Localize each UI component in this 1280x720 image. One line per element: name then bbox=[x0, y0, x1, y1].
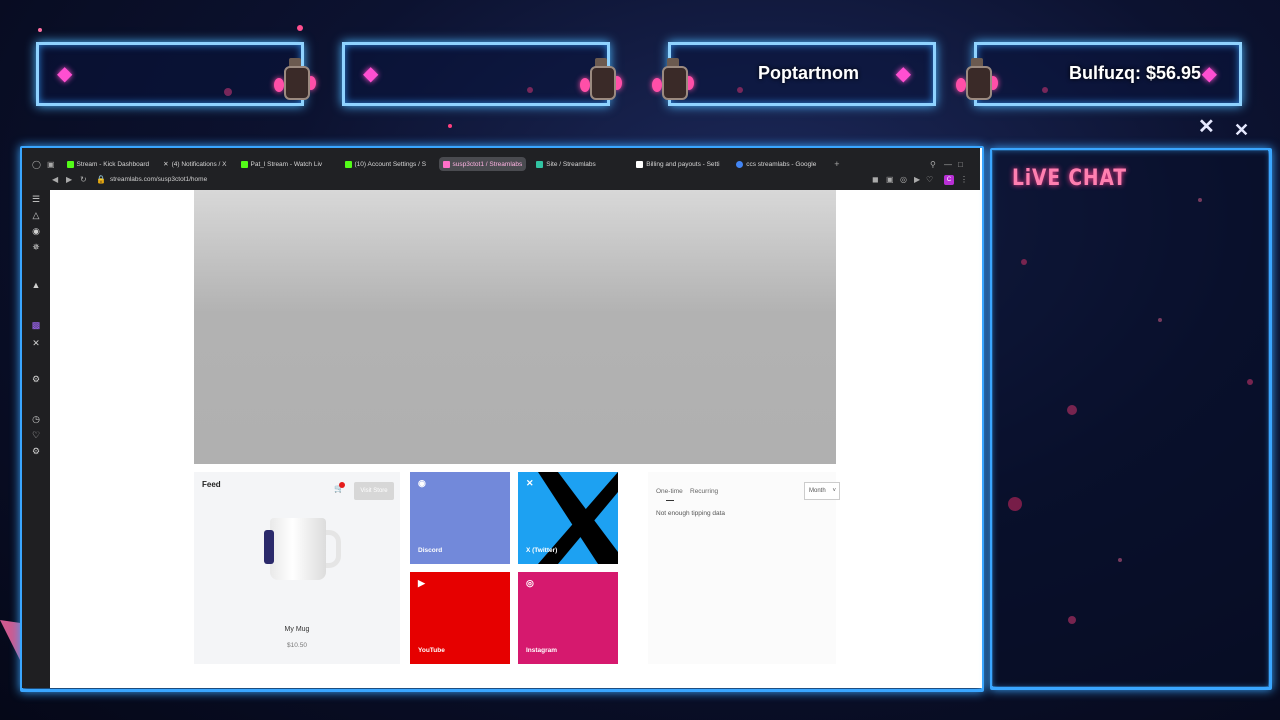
page-content: Feed 🛒 Visit Store My Mug $10.50 ◉ Disco… bbox=[50, 190, 980, 688]
url-field[interactable]: streamlabs.com/susp3ctot1/home bbox=[110, 176, 207, 183]
browser-window: ◯ ▣ Stream - Kick Dashboard ✕ (4) Notific… bbox=[22, 148, 982, 688]
gem-icon: ◆ bbox=[57, 63, 73, 85]
tab-account-settings[interactable]: (10) Account Settings / S bbox=[341, 157, 433, 171]
tab-kick-dashboard[interactable]: Stream - Kick Dashboard bbox=[63, 157, 154, 171]
play-icon[interactable]: ▶ bbox=[914, 175, 920, 184]
tab-billing[interactable]: Billing and payouts - Setti bbox=[632, 157, 726, 171]
tab-x-notifications[interactable]: ✕ (4) Notifications / X bbox=[159, 157, 230, 171]
chat-panel: LiVE CHAT bbox=[992, 150, 1268, 686]
potion-icon bbox=[956, 56, 998, 102]
product-price: $10.50 bbox=[287, 642, 307, 649]
streamlabs-icon bbox=[442, 160, 450, 168]
tab-site-streamlabs[interactable]: Site / Streamlabs bbox=[532, 157, 626, 171]
feed-title: Feed bbox=[202, 480, 221, 489]
browser-sidebar: ☰ △ ◉ ✵ ▲ ▩ ✕ ⚙ ◷ ♡ ⚙ bbox=[22, 190, 50, 688]
tab-bar: ◯ ▣ Stream - Kick Dashboard ✕ (4) Notific… bbox=[22, 156, 980, 172]
close-x-icon: ✕ bbox=[1198, 116, 1215, 138]
search-tabs-icon[interactable]: ⚲ bbox=[930, 160, 936, 169]
hero-banner bbox=[194, 190, 836, 464]
clock-icon[interactable]: ◷ bbox=[31, 414, 41, 424]
tab-pat-stream[interactable]: Pat_l Stream - Watch Liv bbox=[237, 157, 335, 171]
instagram-card[interactable]: ◎ Instagram bbox=[518, 572, 618, 664]
tips-panel: One-time Recurring Month ˅ Not enough tip… bbox=[648, 472, 840, 664]
cart-badge bbox=[339, 482, 345, 488]
close-x-icon: ✕ bbox=[1234, 120, 1250, 140]
recurring-tab[interactable]: Recurring bbox=[690, 488, 718, 495]
tab-underline bbox=[666, 500, 674, 501]
youtube-icon: ▶ bbox=[418, 578, 425, 588]
tips-empty-message: Not enough tipping data bbox=[656, 510, 726, 517]
browser-menu-icon[interactable]: ◯ bbox=[32, 160, 41, 169]
gem-icon: ◆ bbox=[1201, 63, 1217, 85]
alert-text: Bulfuzq: $56.95 bbox=[1068, 63, 1201, 83]
discord-label: Discord bbox=[418, 547, 443, 554]
back-icon[interactable]: ◀ bbox=[52, 175, 58, 184]
discord-card[interactable]: ◉ Discord bbox=[410, 472, 510, 564]
one-time-tab[interactable]: One-time bbox=[656, 488, 683, 495]
sidebar-icon-8[interactable]: ⚙ bbox=[31, 374, 41, 384]
minimize-icon[interactable]: — bbox=[944, 160, 952, 169]
sidebar-icon-4[interactable]: ✵ bbox=[31, 242, 41, 252]
extension-icon[interactable]: ▣ bbox=[886, 175, 894, 184]
sidebar-icon-5[interactable]: ▲ bbox=[31, 280, 41, 290]
new-tab-icon[interactable]: + bbox=[834, 159, 839, 169]
alert-text: Poptartnom bbox=[758, 63, 859, 83]
x-icon: ✕ bbox=[163, 161, 169, 168]
menu-icon[interactable]: ⋮ bbox=[960, 175, 968, 184]
google-icon bbox=[736, 160, 744, 168]
alert-box-4: Bulfuzq: $56.95 ◆ bbox=[974, 42, 1242, 106]
chat-title: LiVE CHAT bbox=[1012, 166, 1127, 191]
sidebar-icon-2[interactable]: △ bbox=[31, 210, 41, 220]
tab-streamlabs-active[interactable]: susp3ctot1 / Streamlabs bbox=[438, 157, 527, 171]
alert-box-1: ◆ bbox=[36, 42, 304, 106]
twitter-card[interactable]: ✕ X (Twitter) bbox=[518, 472, 618, 564]
product-name[interactable]: My Mug bbox=[194, 626, 400, 633]
x-icon: ✕ bbox=[526, 478, 534, 488]
streamlabs-icon bbox=[536, 160, 544, 168]
lock-icon: 🔒 bbox=[96, 175, 106, 184]
x-icon[interactable]: ✕ bbox=[31, 338, 41, 348]
address-bar: ◀ ▶ ↻ 🔒 streamlabs.com/susp3ctot1/home ◼… bbox=[22, 172, 980, 190]
youtube-label: YouTube bbox=[418, 647, 445, 654]
kick-icon bbox=[66, 160, 74, 168]
gem-icon: ◆ bbox=[363, 63, 379, 85]
sidebar-icon-3[interactable]: ◉ bbox=[31, 226, 41, 236]
reload-icon[interactable]: ↻ bbox=[80, 175, 87, 184]
mug-art bbox=[264, 530, 274, 564]
heart-icon[interactable]: ♡ bbox=[926, 175, 933, 184]
tab-switch-icon[interactable]: ▣ bbox=[47, 160, 55, 169]
potion-icon bbox=[652, 56, 694, 102]
extension-icon[interactable]: ◼ bbox=[872, 175, 879, 184]
chevron-down-icon: ˅ bbox=[832, 488, 836, 494]
potion-icon bbox=[274, 56, 316, 102]
visit-store-button[interactable]: Visit Store bbox=[354, 482, 394, 500]
feed-panel: Feed 🛒 Visit Store My Mug $10.50 bbox=[194, 472, 400, 664]
sidebar-icon-11[interactable]: ⚙ bbox=[31, 446, 41, 456]
extension-icon[interactable]: ◎ bbox=[900, 175, 907, 184]
gem-icon: ◆ bbox=[895, 63, 911, 85]
alert-box-3: Poptartnom ◆ bbox=[668, 42, 936, 106]
sidebar-icon-1[interactable]: ☰ bbox=[31, 194, 41, 204]
twitch-icon[interactable]: ▩ bbox=[31, 320, 41, 330]
product-image[interactable] bbox=[270, 518, 326, 580]
profile-avatar[interactable]: C bbox=[944, 175, 954, 185]
instagram-icon: ◎ bbox=[526, 578, 534, 588]
youtube-card[interactable]: ▶ YouTube bbox=[410, 572, 510, 664]
browser-top-strip bbox=[22, 148, 980, 156]
alert-box-2: ◆ bbox=[342, 42, 610, 106]
period-select[interactable]: Month ˅ bbox=[804, 482, 840, 500]
sidebar-icon-10[interactable]: ♡ bbox=[31, 430, 41, 440]
billing-icon bbox=[636, 160, 644, 168]
tab-google-search[interactable]: ccs streamlabs - Google bbox=[732, 157, 824, 171]
discord-icon: ◉ bbox=[418, 478, 426, 488]
potion-icon bbox=[580, 56, 622, 102]
forward-icon[interactable]: ▶ bbox=[66, 175, 72, 184]
kick-icon bbox=[240, 160, 248, 168]
twitter-label: X (Twitter) bbox=[526, 547, 558, 554]
kick-icon bbox=[344, 160, 352, 168]
maximize-icon[interactable]: □ bbox=[958, 160, 963, 169]
instagram-label: Instagram bbox=[526, 647, 558, 654]
